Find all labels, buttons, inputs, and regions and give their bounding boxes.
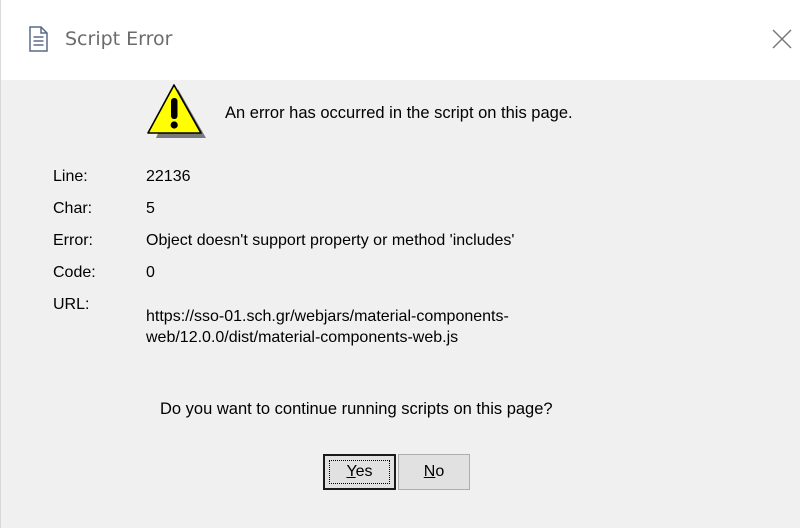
url-line-2: web/12.0.0/dist/material-components-web.…	[146, 329, 459, 346]
script-error-dialog: Script Error An error has occurred in th…	[0, 0, 800, 528]
title-bar: Script Error	[1, 0, 800, 80]
code-label: Code:	[53, 264, 96, 281]
url-value: https://sso-01.sch.gr/webjars/material-c…	[146, 306, 616, 348]
error-message: An error has occurred in the script on t…	[225, 104, 573, 122]
close-icon[interactable]	[765, 22, 799, 56]
document-icon	[29, 26, 48, 52]
error-value: Object doesn't support property or metho…	[146, 232, 515, 249]
char-label: Char:	[53, 200, 93, 217]
focus-rectangle: Yes	[329, 460, 390, 484]
window-title: Script Error	[65, 28, 173, 50]
no-button[interactable]: No	[398, 454, 470, 490]
yes-button[interactable]: Yes	[323, 454, 396, 490]
continue-question: Do you want to continue running scripts …	[160, 400, 553, 418]
url-label: URL:	[53, 296, 90, 313]
url-line-1: https://sso-01.sch.gr/webjars/material-c…	[146, 308, 509, 325]
no-button-label: No	[423, 463, 445, 480]
error-label: Error:	[53, 232, 93, 249]
line-label: Line:	[53, 168, 88, 185]
yes-button-label: Yes	[346, 463, 373, 480]
line-value: 22136	[146, 168, 191, 185]
code-value: 0	[146, 264, 155, 281]
char-value: 5	[146, 200, 155, 217]
warning-icon	[147, 84, 206, 138]
